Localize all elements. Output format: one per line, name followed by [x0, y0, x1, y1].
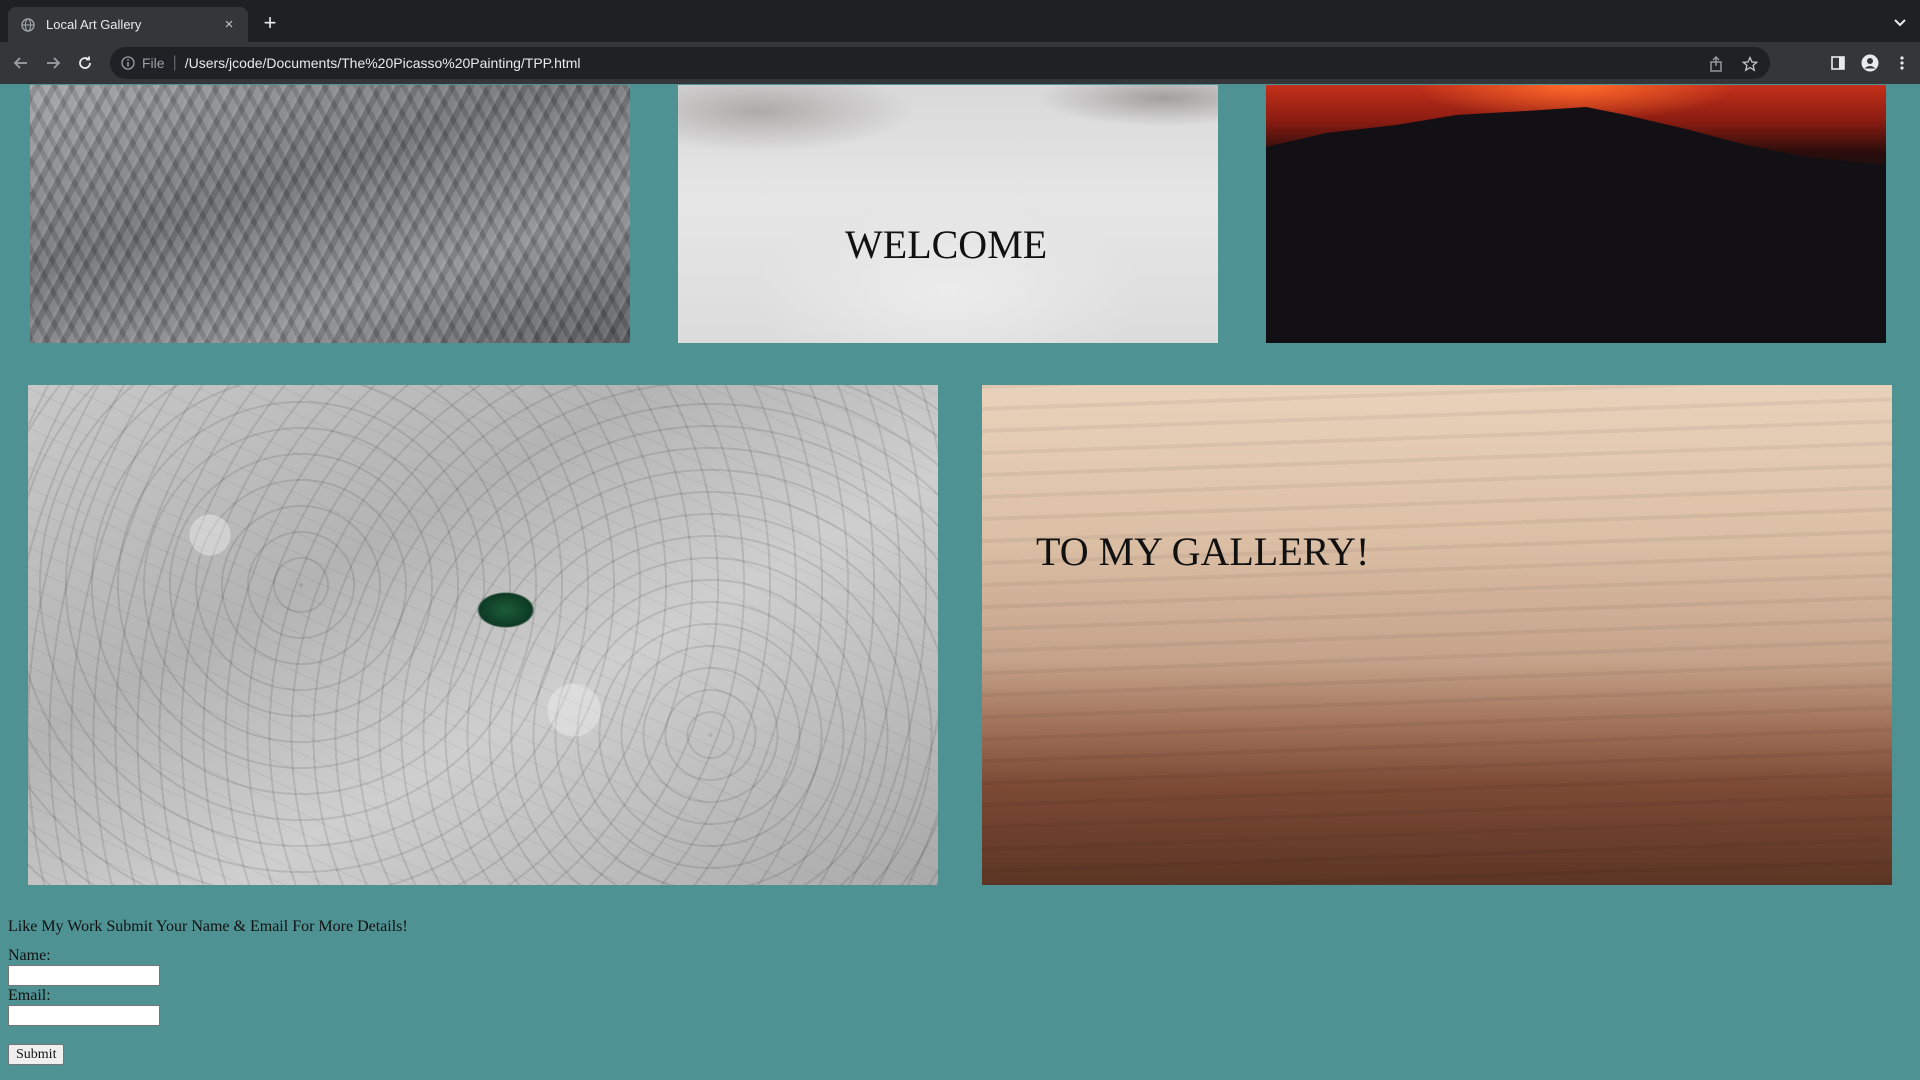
bookmark-star-icon[interactable]	[1740, 54, 1760, 74]
gallery-image-cracked-rock	[28, 385, 938, 885]
gallery-image-clouds	[678, 85, 1218, 343]
gallery-heading: TO MY GALLERY!	[1036, 529, 1370, 574]
form-intro-text: Like My Work Submit Your Name & Email Fo…	[8, 918, 408, 935]
tab-strip: Local Art Gallery × +	[0, 0, 1920, 42]
name-input[interactable]	[8, 965, 160, 986]
gallery-image-sunset	[1266, 85, 1886, 343]
profile-icon[interactable]	[1860, 53, 1880, 73]
info-icon[interactable]	[120, 55, 136, 71]
name-label: Name:	[8, 947, 51, 964]
browser-tab[interactable]: Local Art Gallery ×	[8, 7, 248, 42]
welcome-heading: WELCOME	[845, 222, 1048, 267]
address-bar[interactable]: File | /Users/jcode/Documents/The%20Pica…	[110, 47, 1770, 79]
new-tab-button[interactable]: +	[258, 12, 282, 36]
email-input[interactable]	[8, 1005, 160, 1026]
scheme-label: File	[142, 55, 165, 71]
tab-search-chevron-icon[interactable]	[1892, 14, 1908, 30]
close-tab-icon[interactable]: ×	[220, 16, 238, 34]
mountain-silhouette	[1266, 107, 1886, 343]
reload-icon[interactable]	[75, 53, 95, 73]
side-panel-icon[interactable]	[1828, 53, 1848, 73]
gallery-image-badlands	[30, 85, 630, 343]
back-arrow-icon[interactable]	[11, 53, 31, 73]
divider: |	[172, 54, 177, 71]
share-icon[interactable]	[1706, 54, 1726, 74]
contact-form: Like My Work Submit Your Name & Email Fo…	[8, 918, 408, 1065]
email-label: Email:	[8, 987, 51, 1004]
menu-kebab-icon[interactable]	[1892, 53, 1912, 73]
tab-title: Local Art Gallery	[46, 17, 142, 32]
url-text[interactable]: /Users/jcode/Documents/The%20Picasso%20P…	[185, 55, 581, 71]
browser-toolbar: File | /Users/jcode/Documents/The%20Pica…	[0, 42, 1920, 84]
submit-button[interactable]: Submit	[8, 1044, 65, 1065]
globe-icon	[20, 17, 36, 33]
forward-arrow-icon[interactable]	[43, 53, 63, 73]
gallery-image-desert	[982, 385, 1892, 885]
